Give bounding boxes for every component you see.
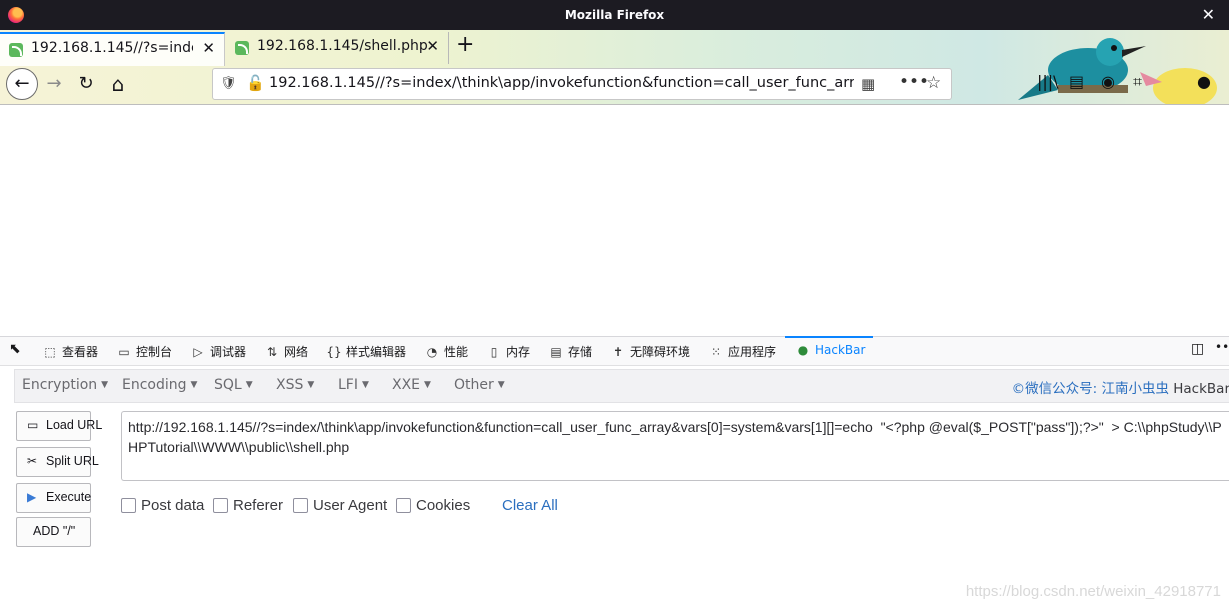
qr-code-icon[interactable]: ▦ — [861, 75, 875, 93]
site-favicon-icon — [235, 41, 249, 55]
hackbar-url-textarea[interactable]: http://192.168.1.145//?s=index/\think\ap… — [121, 411, 1229, 481]
browser-toolbar: 192.168.1.145//?s=index/ ✕ 192.168.1.145… — [0, 30, 1229, 105]
devtools-tab-application[interactable]: ⁙ 应用程序 — [708, 343, 776, 360]
inspector-icon: ⬚ — [44, 345, 56, 359]
execute-button[interactable]: ▶ Execute — [16, 483, 91, 513]
element-picker-icon[interactable]: ⬉ — [9, 341, 21, 357]
caret-down-icon: ▼ — [245, 380, 253, 390]
menu-encryption[interactable]: Encryption ▼ — [22, 377, 108, 393]
devtools-tab-hackbar[interactable]: ● HackBar — [784, 336, 874, 357]
checkbox-box[interactable] — [213, 498, 228, 513]
checkbox-box[interactable] — [396, 498, 411, 513]
devtools-tab-performance[interactable]: ◔ 性能 — [424, 343, 468, 360]
split-url-button[interactable]: ✂ Split URL — [16, 447, 99, 477]
menu-lfi[interactable]: LFI ▼ — [338, 377, 369, 393]
watermark: https://blog.csdn.net/weixin_42918771 — [965, 583, 1221, 600]
bookmark-star-icon[interactable]: ☆ — [926, 73, 941, 93]
tab-label: 192.168.1.145//?s=index/ — [31, 40, 193, 56]
tracking-shield-icon[interactable]: 🛡 — [220, 76, 237, 91]
library-icon[interactable]: |||\ — [1037, 72, 1059, 91]
devtools-tab-console[interactable]: ▭ 控制台 — [116, 343, 172, 360]
network-icon: ⇅ — [266, 345, 278, 359]
caret-down-icon: ▼ — [497, 380, 505, 390]
user-agent-checkbox[interactable]: User Agent — [293, 497, 387, 514]
checkbox-box[interactable] — [293, 498, 308, 513]
insecure-connection-icon[interactable]: 🔓 — [246, 74, 265, 92]
caret-down-icon: ▼ — [101, 380, 109, 390]
memory-icon: ▯ — [490, 345, 498, 359]
tab-label: 192.168.1.145/shell.php — [257, 38, 427, 54]
window-title: Mozilla Firefox — [564, 8, 665, 22]
home-button[interactable]: ⌂ — [104, 70, 132, 98]
application-icon: ⁙ — [710, 345, 722, 359]
sidebar-icon[interactable]: ▤ — [1069, 72, 1084, 91]
load-url-button[interactable]: ▭ Load URL — [16, 411, 102, 441]
debugger-icon: ▷ — [193, 345, 203, 359]
clear-all-link[interactable]: Clear All — [502, 497, 558, 514]
menu-sql[interactable]: SQL ▼ — [214, 377, 253, 393]
reload-button[interactable]: ↻ — [72, 70, 100, 98]
back-button[interactable]: ← — [6, 68, 38, 100]
theme-bird-image — [1018, 38, 1146, 100]
devtools-tab-debugger[interactable]: ▷ 调试器 — [190, 343, 246, 360]
devtools-tab-accessibility[interactable]: ✝ 无障碍环境 — [610, 343, 690, 360]
style-editor-icon: {} — [326, 345, 342, 359]
site-favicon-icon — [9, 43, 23, 57]
menu-xss[interactable]: XSS ▼ — [276, 377, 314, 393]
accessibility-icon: ✝ — [612, 345, 624, 359]
devtools-tab-inspector[interactable]: ⬚ 查看器 — [42, 343, 98, 360]
storage-icon: ▤ — [550, 345, 562, 359]
console-icon: ▭ — [118, 345, 130, 359]
devtools-tab-storage[interactable]: ▤ 存储 — [548, 343, 592, 360]
extension-icon[interactable]: ⌗ — [1133, 72, 1142, 92]
caret-down-icon: ▼ — [361, 380, 369, 390]
split-url-icon: ✂ — [27, 454, 38, 468]
profile-icon[interactable]: ● — [1197, 72, 1211, 91]
devtools-tab-memory[interactable]: ▯ 内存 — [486, 343, 530, 360]
url-bar[interactable]: 🛡 🔓 192.168.1.145//?s=index/\think\app/i… — [212, 68, 952, 100]
cookies-checkbox[interactable]: Cookies — [396, 497, 470, 514]
menu-xxe[interactable]: XXE ▼ — [392, 377, 431, 393]
tab-close-icon[interactable]: ✕ — [202, 39, 215, 57]
forward-button[interactable]: → — [40, 70, 68, 98]
hackbar-menu: Encryption ▼ Encoding ▼ SQL ▼ XSS ▼ LFI ▼ XXE… — [14, 369, 1229, 403]
hackbar-credit: ©微信公众号: 江南小虫虫 HackBar — [1011, 381, 1229, 397]
dock-toggle-icon[interactable]: ◫ — [1191, 341, 1204, 357]
tab-close-icon[interactable]: ✕ — [426, 37, 439, 55]
hackbar-icon: ● — [797, 343, 809, 357]
caret-down-icon: ▼ — [190, 380, 198, 390]
tab-index[interactable]: 192.168.1.145//?s=index/ ✕ — [0, 32, 225, 66]
load-url-icon: ▭ — [27, 418, 39, 432]
menu-other[interactable]: Other ▼ — [454, 377, 505, 393]
referer-checkbox[interactable]: Referer — [213, 497, 283, 514]
menu-encoding[interactable]: Encoding ▼ — [122, 377, 197, 393]
devtools-toolbar: ⬉ ⬚ 查看器 ▭ 控制台 ▷ 调试器 ⇅ 网络 {} 样式编辑器 ◔ 性能 ▯ 内存 ▤ 存储… — [0, 336, 1229, 366]
devtools-tab-network[interactable]: ⇅ 网络 — [264, 343, 308, 360]
window-titlebar: Mozilla Firefox ✕ — [0, 0, 1229, 30]
caret-down-icon: ▼ — [424, 380, 431, 390]
window-close-icon[interactable]: ✕ — [1202, 5, 1215, 24]
account-icon[interactable]: ◉ — [1101, 72, 1115, 91]
new-tab-button[interactable]: + — [456, 32, 474, 57]
add-slash-button[interactable]: ADD "/" — [16, 517, 91, 547]
page-actions-icon[interactable]: ••• — [899, 72, 929, 92]
url-text[interactable]: 192.168.1.145//?s=index/\think\app/invok… — [269, 75, 854, 91]
tab-shell[interactable]: 192.168.1.145/shell.php ✕ — [226, 32, 449, 64]
checkbox-box[interactable] — [121, 498, 136, 513]
performance-icon: ◔ — [426, 345, 438, 359]
execute-icon: ▶ — [27, 490, 37, 504]
post-data-checkbox[interactable]: Post data — [121, 497, 204, 514]
caret-down-icon: ▼ — [307, 380, 315, 390]
devtools-tab-style-editor[interactable]: {} 样式编辑器 — [326, 343, 406, 360]
devtools-menu-icon[interactable]: ••• — [1215, 340, 1229, 354]
